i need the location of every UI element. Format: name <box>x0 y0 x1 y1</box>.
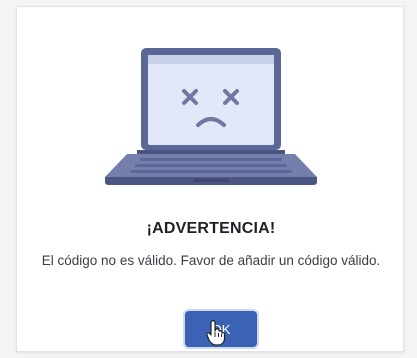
warning-title: ¡ADVERTENCIA! <box>146 220 276 237</box>
hand-cursor-icon <box>206 320 226 346</box>
warning-dialog: ¡ADVERTENCIA! El código no es válido. Fa… <box>16 6 404 352</box>
warning-message: El código no es válido. Favor de añadir … <box>41 253 381 268</box>
broken-laptop-icon <box>105 48 317 185</box>
